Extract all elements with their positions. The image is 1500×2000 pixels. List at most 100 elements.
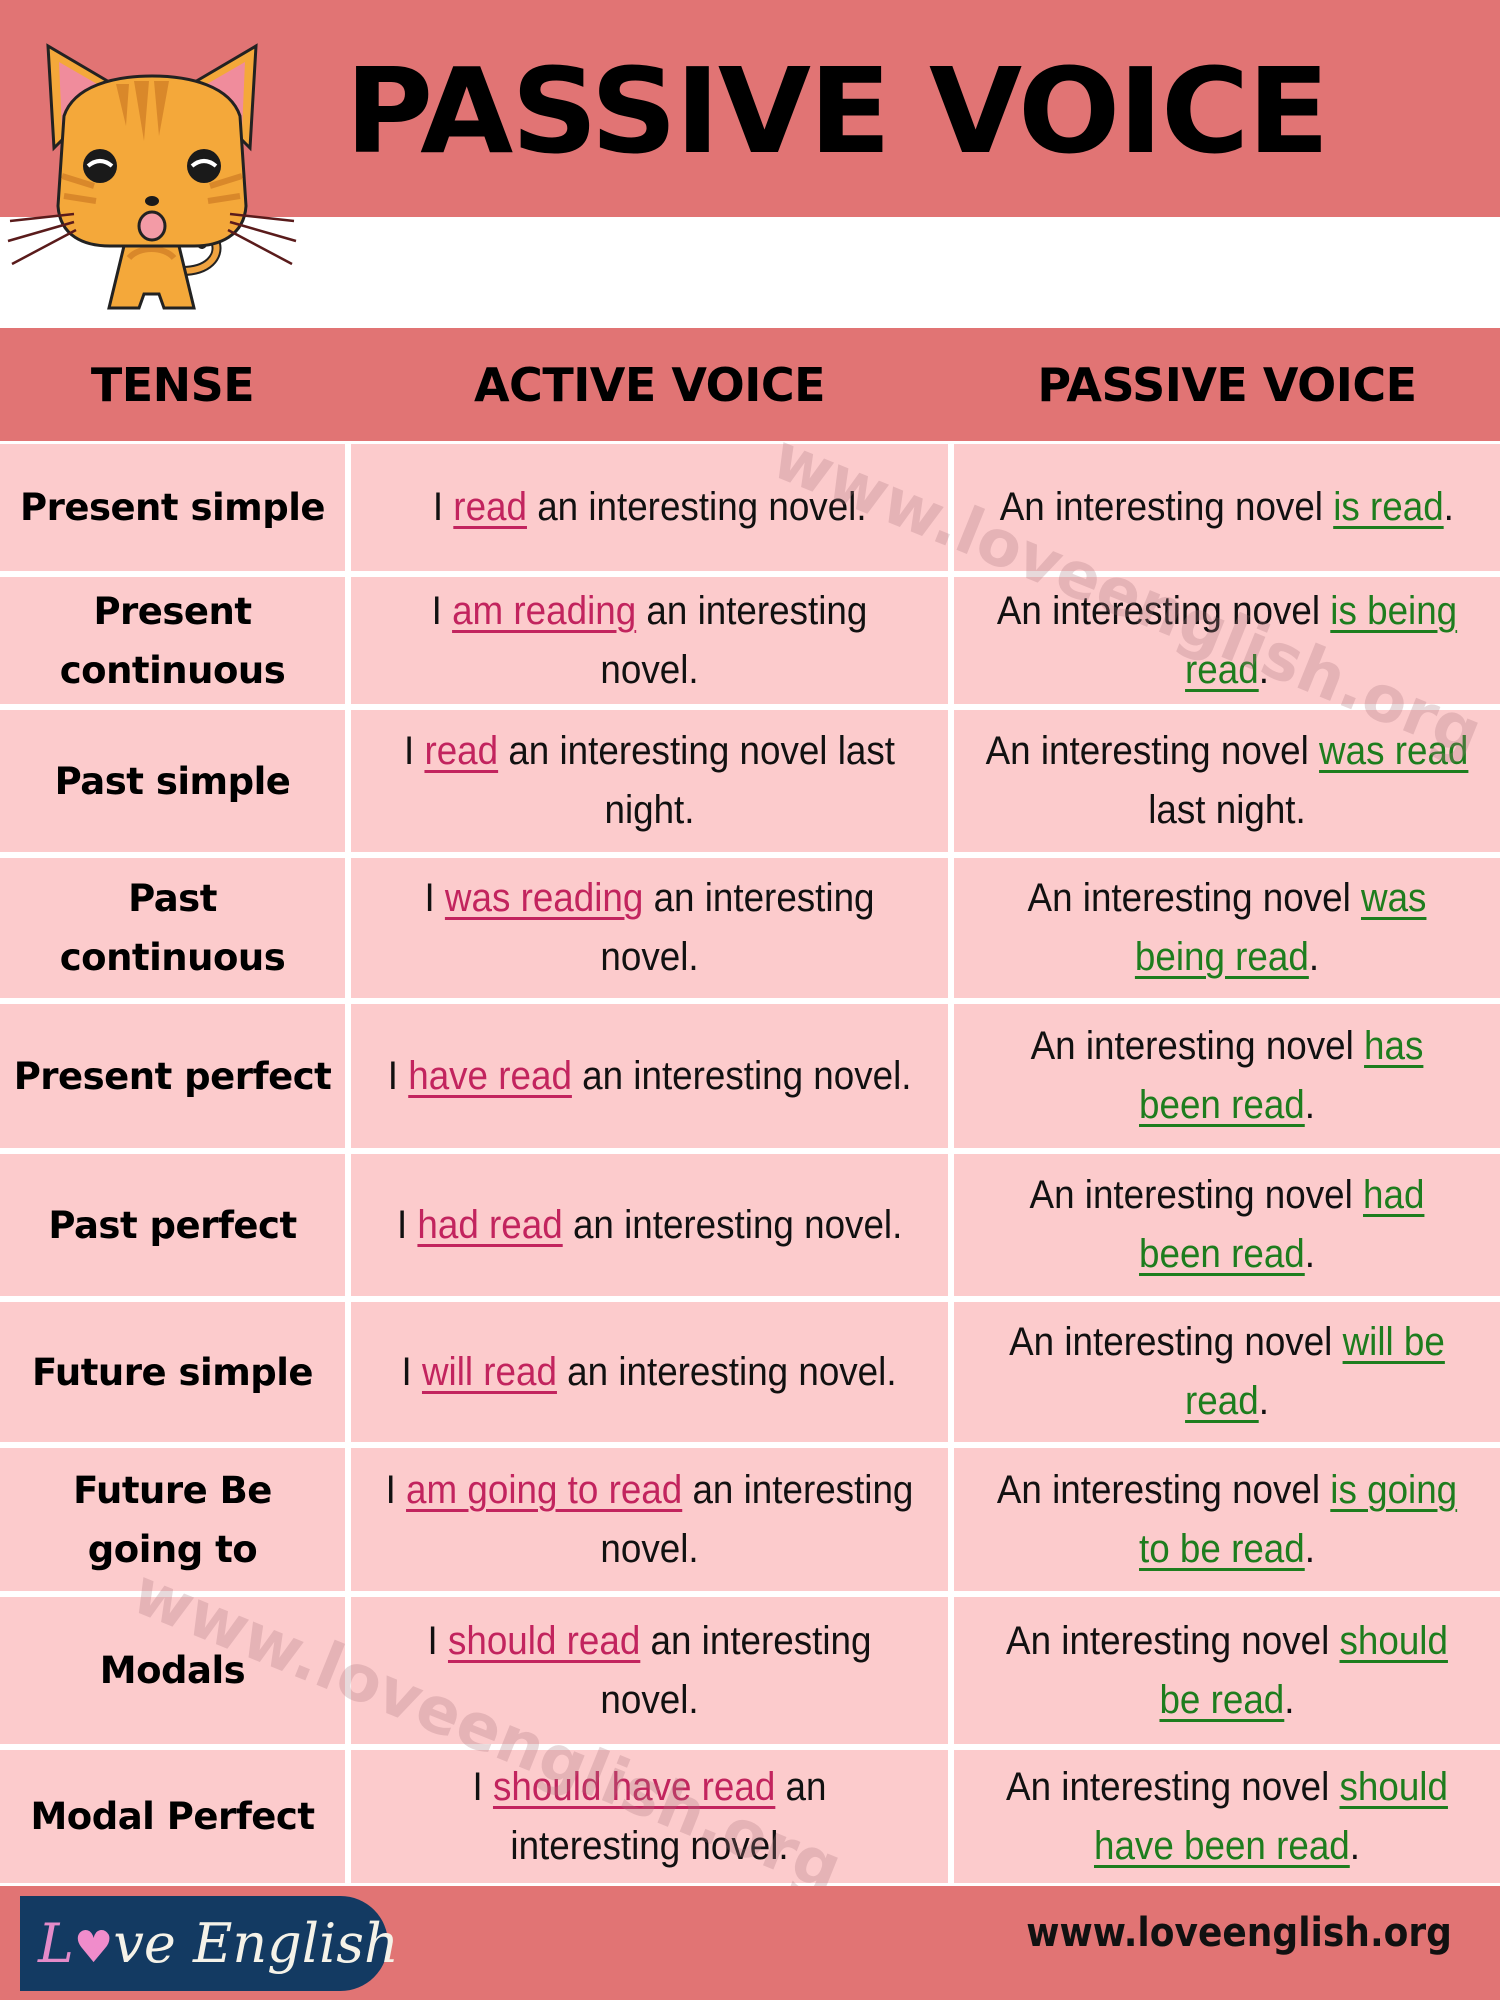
active-sentence: I am reading an interesting novel.	[384, 582, 915, 700]
sentence-text: I	[427, 1618, 448, 1663]
table-row: Present simple I read an interesting nove…	[0, 444, 1500, 571]
table-header-row: TENSE ACTIVE VOICE PASSIVE VOICE	[0, 328, 1500, 441]
passive-sentence: An interesting novel was read last night…	[985, 722, 1469, 840]
heart-icon: ♥	[73, 1922, 114, 1973]
active-sentence: I should read an interesting novel.	[384, 1612, 915, 1730]
sentence-text: I	[385, 1467, 407, 1512]
tense-cell: Past simple	[0, 710, 345, 852]
sentence-text: An interesting novel	[1009, 1320, 1343, 1364]
sentence-text: .	[1258, 1379, 1269, 1423]
sentence-text: I	[404, 729, 425, 773]
sentence-text: an interesting novel.	[600, 1618, 872, 1722]
active-sentence: I will read an interesting novel.	[402, 1343, 897, 1402]
table-row: Future Be going to I am going to read an …	[0, 1448, 1500, 1591]
active-voice-cell: I read an interesting novel.	[351, 444, 948, 571]
column-header-tense: TENSE	[90, 357, 255, 412]
table-row: Future simple I will read an interesting …	[0, 1302, 1500, 1442]
tense-cell: Modal Perfect	[0, 1750, 345, 1883]
active-voice-cell: I have read an interesting novel.	[351, 1004, 948, 1148]
sentence-text: An interesting novel	[999, 485, 1334, 529]
sentence-text: An interesting novel	[1006, 1764, 1340, 1809]
tense-cell: Present simple	[0, 444, 345, 571]
passive-verb-highlight: was read	[1319, 729, 1469, 773]
page-title: PASSIVE VOICE	[345, 42, 1330, 180]
sentence-text: an interesting novel.	[557, 1349, 898, 1394]
sentence-text: .	[1304, 1526, 1315, 1571]
passive-voice-cell: An interesting novel had been read.	[954, 1154, 1500, 1296]
sentence-text: I	[472, 1764, 493, 1809]
sentence-text: .	[1304, 1083, 1315, 1127]
passive-sentence: An interesting novel is read.	[1000, 478, 1454, 537]
love-english-logo[interactable]: L♥ve English	[20, 1896, 399, 1991]
passive-voice-cell: An interesting novel is going to be read…	[954, 1448, 1500, 1591]
sentence-text: an interesting novel last night.	[498, 729, 895, 832]
sentence-text: .	[1308, 935, 1320, 979]
passive-voice-cell: An interesting novel should be read.	[954, 1597, 1500, 1744]
sentence-text: an interesting novel.	[600, 588, 868, 692]
tense-cell: Present continuous	[0, 577, 345, 704]
active-voice-cell: I was reading an interesting novel.	[351, 858, 948, 998]
active-sentence: I should have read an interesting novel.	[384, 1758, 915, 1876]
active-sentence: I am going to read an interesting novel.	[384, 1461, 915, 1579]
passive-sentence: An interesting novel was being read.	[985, 869, 1469, 987]
active-verb-highlight: was reading	[444, 876, 644, 920]
sentence-text: I	[431, 588, 453, 633]
passive-sentence: An interesting novel has been read.	[985, 1017, 1469, 1135]
tense-cell: Modals	[0, 1597, 345, 1744]
sentence-text: An interesting novel	[985, 729, 1320, 773]
sentence-text: last night.	[1148, 788, 1306, 832]
passive-voice-cell: An interesting novel should have been re…	[954, 1750, 1500, 1883]
passive-voice-cell: An interesting novel will be read.	[954, 1302, 1500, 1442]
tense-cell: Future Be going to	[0, 1448, 345, 1591]
sentence-text: An interesting novel	[1029, 1173, 1364, 1217]
sentence-text: .	[1443, 485, 1455, 529]
passive-sentence: An interesting novel is going to be read…	[985, 1461, 1469, 1579]
table-row: Past perfect I had read an interesting no…	[0, 1154, 1500, 1296]
active-voice-cell: I had read an interesting novel.	[351, 1154, 948, 1296]
active-verb-highlight: should read	[447, 1618, 641, 1663]
active-verb-highlight: have read	[408, 1053, 572, 1098]
tense-cell: Future simple	[0, 1302, 345, 1442]
table-row: Past simple I read an interesting novel l…	[0, 710, 1500, 852]
table-row: Present perfect I have read an interestin…	[0, 1004, 1500, 1148]
passive-voice-cell: An interesting novel has been read.	[954, 1004, 1500, 1148]
passive-voice-cell: An interesting novel is read.	[954, 444, 1500, 571]
table-row: Past continuous I was reading an interest…	[0, 858, 1500, 998]
tense-cell: Past perfect	[0, 1154, 345, 1296]
passive-voice-cell: An interesting novel was read last night…	[954, 710, 1500, 852]
active-verb-highlight: should have read	[492, 1764, 776, 1809]
active-verb-highlight: am reading	[452, 588, 637, 633]
website-link[interactable]: www.loveenglish.org	[1026, 1910, 1452, 1956]
sentence-text: an interesting novel.	[571, 1053, 912, 1098]
active-sentence: I read an interesting novel.	[433, 478, 867, 537]
logo-text: L♥ve English	[38, 1912, 399, 1975]
sentence-text: an interesting novel.	[562, 1202, 903, 1247]
sentence-text: I	[432, 485, 454, 529]
passive-sentence: An interesting novel should be read.	[985, 1612, 1469, 1730]
active-voice-cell: I should have read an interesting novel.	[351, 1750, 948, 1883]
logo-word: ve English	[113, 1912, 399, 1975]
passive-voice-cell: An interesting novel is being read.	[954, 577, 1500, 704]
sentence-text: .	[1258, 647, 1269, 692]
passive-sentence: An interesting novel had been read.	[985, 1166, 1469, 1284]
column-header-passive-voice: PASSIVE VOICE	[1037, 357, 1417, 412]
active-sentence: I have read an interesting novel.	[388, 1047, 912, 1106]
active-sentence: I was reading an interesting novel.	[384, 869, 915, 987]
active-sentence: I had read an interesting novel.	[397, 1196, 902, 1255]
active-verb-highlight: had read	[417, 1202, 563, 1247]
table-row: Modals I should read an interesting novel…	[0, 1597, 1500, 1744]
sentence-text: An interesting novel	[996, 588, 1331, 633]
table-row: Modal Perfect I should have read an inter…	[0, 1750, 1500, 1883]
tense-cell: Present perfect	[0, 1004, 345, 1148]
sentence-text: .	[1304, 1232, 1315, 1276]
sentence-text: I	[396, 1202, 418, 1247]
passive-sentence: An interesting novel is being read.	[985, 582, 1469, 700]
passive-sentence: An interesting novel should have been re…	[985, 1758, 1469, 1876]
table-row: Present continuous I am reading an intere…	[0, 577, 1500, 704]
sentence-text: I	[387, 1053, 409, 1098]
active-voice-cell: I am going to read an interesting novel.	[351, 1448, 948, 1591]
sentence-text: An interesting novel	[1027, 876, 1362, 920]
active-voice-cell: I am reading an interesting novel.	[351, 577, 948, 704]
sentence-text: An interesting novel	[1006, 1618, 1340, 1663]
footer-band: L♥ve English www.loveenglish.org	[0, 1886, 1500, 2000]
